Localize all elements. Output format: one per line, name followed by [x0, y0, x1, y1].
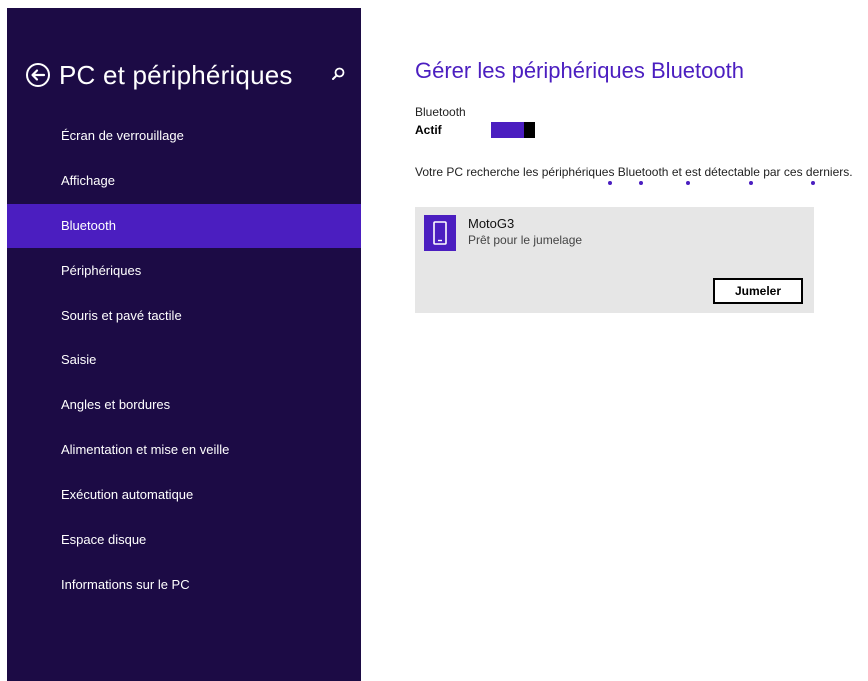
phone-icon	[424, 215, 456, 251]
main-content: Gérer les périphériques Bluetooth Blueto…	[415, 0, 868, 681]
sidebar-item-corners-edges[interactable]: Angles et bordures	[7, 383, 361, 427]
progress-dot	[811, 181, 815, 185]
sidebar-item-display[interactable]: Affichage	[7, 159, 361, 203]
progress-dot	[686, 181, 690, 185]
sidebar-header: PC et périphériques	[7, 58, 361, 98]
sidebar-item-power-sleep[interactable]: Alimentation et mise en veille	[7, 428, 361, 472]
sidebar: PC et périphériques Écran de verrouillag…	[7, 8, 361, 681]
device-status: Prêt pour le jumelage	[468, 233, 583, 247]
bluetooth-toggle[interactable]	[491, 122, 535, 138]
bluetooth-toggle-state: Actif	[415, 123, 442, 137]
sidebar-item-bluetooth[interactable]: Bluetooth	[7, 203, 361, 248]
sidebar-item-mouse-touchpad[interactable]: Souris et pavé tactile	[7, 294, 361, 338]
back-arrow-icon[interactable]	[25, 62, 53, 90]
sidebar-item-typing[interactable]: Saisie	[7, 338, 361, 382]
sidebar-item-pc-info[interactable]: Informations sur le PC	[7, 563, 361, 607]
progress-indicator	[415, 181, 868, 187]
device-card[interactable]: MotoG3 Prêt pour le jumelage Jumeler	[415, 207, 814, 313]
device-name: MotoG3	[468, 216, 515, 231]
pair-button[interactable]: Jumeler	[713, 278, 803, 304]
progress-dot	[749, 181, 753, 185]
bluetooth-toggle-label: Bluetooth	[415, 105, 466, 119]
sidebar-item-devices[interactable]: Périphériques	[7, 249, 361, 293]
toggle-thumb[interactable]	[524, 122, 535, 138]
progress-dot	[639, 181, 643, 185]
progress-dot	[608, 181, 612, 185]
sidebar-item-autoplay[interactable]: Exécution automatique	[7, 473, 361, 517]
search-icon[interactable]	[330, 66, 350, 86]
sidebar-title: PC et périphériques	[59, 60, 293, 90]
sidebar-item-disk-space[interactable]: Espace disque	[7, 518, 361, 562]
page-title: Gérer les périphériques Bluetooth	[415, 58, 744, 83]
search-status-text: Votre PC recherche les périphériques Blu…	[415, 165, 853, 179]
sidebar-nav: Écran de verrouillage Affichage Bluetoot…	[7, 114, 361, 607]
sidebar-item-lock-screen[interactable]: Écran de verrouillage	[7, 114, 361, 158]
